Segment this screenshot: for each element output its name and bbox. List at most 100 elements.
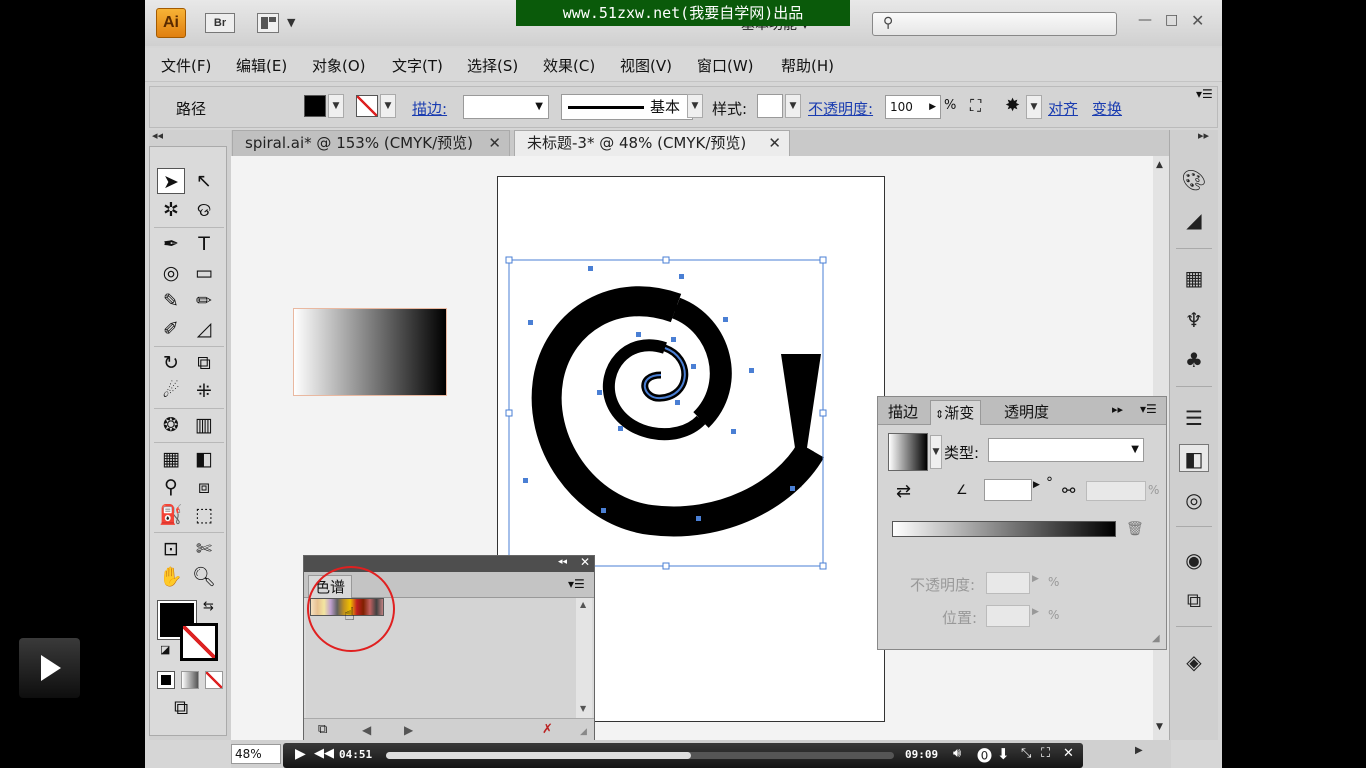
volume-icon[interactable]: 🔊︎ [953,746,961,761]
scroll-up-icon[interactable]: ▲ [1156,160,1163,170]
close-icon[interactable]: ✕ [768,131,781,156]
scroll-right-icon[interactable]: ▶ [1135,745,1143,756]
layers-panel-icon[interactable]: ◈ [1179,648,1209,676]
panel-menu-icon[interactable]: ▾☰ [1196,87,1213,101]
transparency-panel-icon[interactable]: ◎ [1179,486,1209,514]
screen-mode-icon[interactable]: ⧉ [174,695,188,719]
search-input[interactable]: ⚲ [872,12,1117,36]
close-icon[interactable]: ✕ [488,131,501,156]
appearance-panel-icon[interactable]: ◉ [1179,546,1209,574]
next-library-icon[interactable]: ▶ [404,723,413,737]
direct-selection-tool-icon[interactable]: ↖ [190,168,218,194]
collapse-panel-icon[interactable]: ◂◂ [152,129,163,142]
resize-grip-icon[interactable]: ◢ [1152,633,1160,644]
menu-select[interactable]: 选择(S) [467,55,518,76]
fullscreen-icon[interactable]: ⛶ [1041,746,1050,761]
gradient-rectangle[interactable] [293,308,447,396]
arrange-documents-icon[interactable] [257,13,279,33]
close-icon[interactable]: ✕ [580,555,590,569]
menu-view[interactable]: 视图(V) [620,55,672,76]
panel-menu-icon[interactable]: ▾☰ [568,577,585,591]
default-colors-icon[interactable]: ◪ [160,643,170,656]
quality-icon[interactable]: ⓿ [977,745,992,766]
swap-colors-icon[interactable]: ⇆ [203,599,214,614]
none-mode-button[interactable] [205,671,223,689]
stop-opacity-input[interactable] [986,572,1030,594]
lock-library-icon[interactable]: ✗ [542,722,553,737]
graphic-style-dropdown[interactable]: ▼ [785,94,801,118]
hand-tool-icon[interactable]: ✋ [157,564,185,590]
menu-edit[interactable]: 编辑(E) [236,55,287,76]
maximize-button[interactable]: □ [1165,12,1178,28]
eyedropper-tool-icon[interactable]: ⚲ [157,474,185,500]
live-paint-bucket-tool-icon[interactable]: ⛽ [157,502,185,528]
stroke-swatch[interactable] [356,95,378,117]
align-link[interactable]: 对齐 [1048,98,1078,119]
graph-tool-icon[interactable]: ▥ [190,412,218,438]
color-mode-button[interactable] [157,671,175,689]
seek-bar[interactable] [386,752,894,759]
stop-location-input[interactable] [986,605,1030,627]
gradient-type-select[interactable]: ▼ [988,438,1144,462]
spiral-artwork[interactable] [501,250,831,580]
live-paint-selection-tool-icon[interactable]: ⬚ [190,502,218,528]
paintbrush-tool-icon[interactable]: ✎ [157,288,185,314]
opacity-label-link[interactable]: 不透明度: [808,98,873,119]
slice-tool-icon[interactable]: ✄ [190,536,218,562]
tab-stroke[interactable]: 描边 [882,400,924,425]
lasso-tool-icon[interactable]: ଡ [190,197,218,223]
selection-tool-icon[interactable]: ➤ [157,168,185,194]
stroke-label-link[interactable]: 描边: [412,98,447,119]
angle-stepper[interactable]: ▶ [1033,480,1040,490]
color-panel-icon[interactable]: 🎨︎ [1179,166,1209,194]
menu-help[interactable]: 帮助(H) [781,55,834,76]
isolate-icon[interactable]: ⛶ [970,96,981,116]
gradient-panel-icon[interactable]: ◧ [1179,444,1209,472]
blob-brush-tool-icon[interactable]: ✐ [157,316,185,342]
menu-object[interactable]: 对象(O) [312,55,366,76]
tab-transparency[interactable]: 透明度 [998,400,1055,425]
delete-stop-icon[interactable]: 🗑︎ [1126,521,1144,537]
fill-dropdown[interactable]: ▼ [328,94,344,118]
eraser-tool-icon[interactable]: ◿ [190,316,218,342]
play-icon[interactable]: ▶ [295,746,306,762]
menu-type[interactable]: 文字(T) [392,55,443,76]
fullscreen-exit-icon[interactable]: ⤡ [1021,746,1031,761]
video-play-overlay-button[interactable] [19,638,80,698]
chevron-down-icon[interactable]: ▼ [287,16,295,29]
rectangle-tool-icon[interactable]: ▭ [190,260,218,286]
minimize-button[interactable]: — [1138,12,1152,28]
scroll-up-icon[interactable]: ▲ [580,600,586,609]
stroke-weight-field[interactable]: ▼ [463,95,549,119]
library-menu-icon[interactable]: ⧉ [318,722,327,737]
stroke-profile-dropdown[interactable]: ▼ [687,94,703,118]
angle-input[interactable] [984,479,1032,501]
panel-menu-icon[interactable]: ▾☰ [1140,402,1157,416]
swatch-scrollbar[interactable]: ▲ ▼ [576,598,592,718]
pen-tool-icon[interactable]: ✒ [157,231,185,257]
menu-effect[interactable]: 效果(C) [543,55,595,76]
expand-panels-icon[interactable]: ▸▸ [1198,129,1209,142]
symbols-panel-icon[interactable]: ♣ [1179,346,1209,374]
mesh-tool-icon[interactable]: ▦ [157,446,185,472]
close-button[interactable]: ✕ [1191,11,1204,30]
rotate-tool-icon[interactable]: ↻ [157,350,185,376]
close-player-icon[interactable]: ✕ [1063,746,1074,761]
magic-wand-tool-icon[interactable]: ✲ [157,197,185,223]
scroll-down-icon[interactable]: ▼ [580,704,586,713]
download-icon[interactable]: ⬇ [997,745,1010,763]
tab-gradient[interactable]: ⇕渐变 [930,400,982,425]
opacity-input[interactable]: 100 ▶ [885,95,941,119]
stroke-panel-icon[interactable]: ☰ [1179,404,1209,432]
stop-location-stepper[interactable]: ▶ [1032,607,1039,617]
previous-library-icon[interactable]: ◀ [362,723,371,737]
transform-link[interactable]: 变换 [1092,98,1122,119]
zoom-tool-icon[interactable]: 🔍︎ [190,564,218,590]
stroke-color-box[interactable] [180,623,218,661]
gradient-slider[interactable] [892,521,1116,537]
stroke-dropdown[interactable]: ▼ [380,94,396,118]
color-guide-icon[interactable]: ◢ [1179,206,1209,234]
expand-panel-icon[interactable]: ▸▸ [1112,403,1123,416]
gradient-tool-icon[interactable]: ◧ [190,446,218,472]
collapse-icon[interactable]: ◂◂ [558,557,567,567]
